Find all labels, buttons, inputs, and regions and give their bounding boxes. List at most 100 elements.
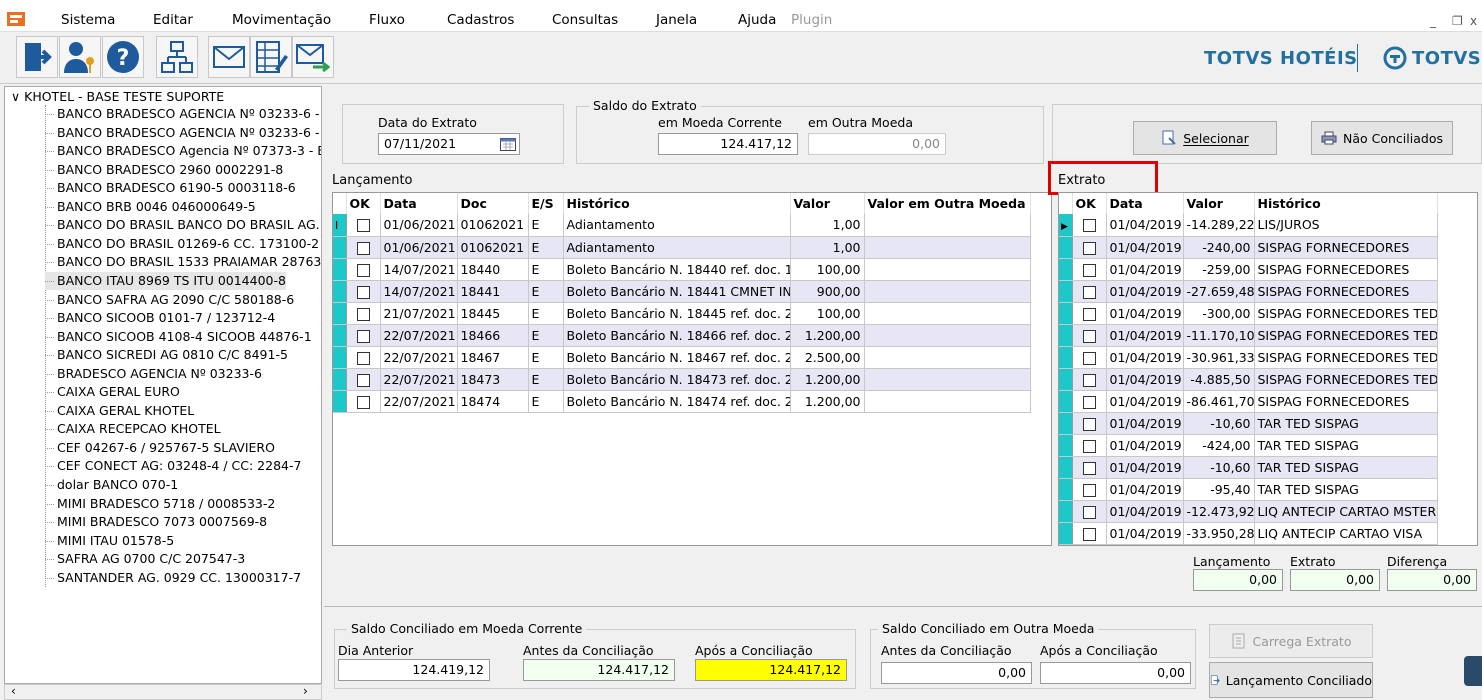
ok-checkbox[interactable]	[1082, 285, 1096, 299]
lancamento-row[interactable]: 22/07/2021 18466 E Boleto Bancário N. 18466…	[333, 324, 1031, 347]
row-indicator[interactable]: I	[333, 214, 347, 237]
extrato-cell-valor[interactable]: -4.885,50	[1183, 368, 1255, 391]
mail-button[interactable]	[208, 36, 250, 78]
extrato-row[interactable]: 01/04/2019 -300,00 SISPAG FORNECEDORES TED	[1059, 302, 1438, 325]
extrato-cell-valor[interactable]: -33.950,28	[1183, 522, 1255, 545]
lancamento-cell-valor[interactable]: 1.200,00	[790, 390, 865, 413]
tree-item[interactable]: MIMI BRADESCO 5718 / 0008533-2	[45, 495, 275, 513]
tree-item[interactable]: BANCO BRADESCO 2960 0002291-8	[45, 161, 283, 179]
lancamento-cell-data[interactable]: 22/07/2021	[380, 324, 458, 347]
extrato-row[interactable]: 01/04/2019 -11.170,10 SISPAG FORNECEDORES …	[1059, 324, 1438, 347]
calendar-icon[interactable]	[500, 137, 516, 154]
ok-cell[interactable]	[1072, 280, 1107, 303]
lancamento-cell-doc[interactable]: 18466	[457, 324, 529, 347]
row-indicator[interactable]	[1059, 346, 1073, 369]
lancamento-col-header[interactable]: OK	[346, 193, 381, 214]
menu-fluxo[interactable]: Fluxo	[369, 12, 405, 28]
ok-checkbox[interactable]	[1082, 505, 1096, 519]
ok-checkbox[interactable]	[1082, 373, 1096, 387]
lancamento-cell-doc[interactable]: 18445	[457, 302, 529, 325]
row-indicator[interactable]	[1059, 500, 1073, 523]
row-indicator[interactable]	[1059, 390, 1073, 413]
tree-item[interactable]: BANCO BRB 0046 046000649-5	[45, 198, 256, 216]
lancamento-cell-es[interactable]: E	[528, 390, 564, 413]
nao-conciliados-button[interactable]: Não Conciliados	[1311, 121, 1453, 155]
extrato-col-header[interactable]: Data	[1106, 193, 1184, 214]
menu-movimentacao[interactable]: Movimentação	[232, 12, 331, 28]
lancamento-cell-historico[interactable]: Boleto Bancário N. 18445 ref. doc. 200	[563, 302, 791, 325]
lancamento-cell-valor[interactable]: 100,00	[790, 302, 865, 325]
tree-item[interactable]: BANCO BRADESCO AGENCIA Nº 03233-6 - BF	[45, 124, 321, 142]
lancamento-cell-historico[interactable]: Adiantamento	[563, 236, 791, 259]
tree-item[interactable]: BANCO BRADESCO AGENCIA Nº 03233-6 - BF	[45, 105, 321, 123]
lancamento-cell-outra[interactable]	[864, 302, 1031, 325]
extrato-cell-historico[interactable]: TAR TED SISPAG	[1254, 456, 1438, 479]
tree-item[interactable]: SAFRA AG 0700 C/C 207547-3	[45, 550, 245, 568]
extrato-cell-data[interactable]: 01/04/2019	[1106, 302, 1184, 325]
extrato-cell-valor[interactable]: -30.961,33	[1183, 346, 1255, 369]
ok-checkbox[interactable]	[356, 241, 370, 255]
lancamento-cell-data[interactable]: 01/06/2021	[380, 214, 458, 237]
tree-item[interactable]: BANCO SICREDI AG 0810 C/C 8491-5	[45, 346, 288, 364]
tree-item[interactable]: BANCO DO BRASIL BANCO DO BRASIL AG. 0'	[45, 216, 321, 234]
selecionar-button[interactable]: Selecionar	[1133, 121, 1277, 155]
ok-checkbox[interactable]	[356, 307, 370, 321]
dia-anterior-field[interactable]: 124.419,12	[338, 659, 490, 681]
extrato-cell-valor[interactable]: -11.170,10	[1183, 324, 1255, 347]
antes-corrente-field[interactable]: 124.417,12	[523, 659, 675, 681]
extrato-cell-data[interactable]: 01/04/2019	[1106, 280, 1184, 303]
app-icon[interactable]	[6, 10, 26, 28]
extrato-cell-valor[interactable]: -10,60	[1183, 412, 1255, 435]
lancamento-cell-es[interactable]: E	[528, 214, 564, 237]
lancamento-col-header[interactable]: Histórico	[563, 193, 791, 214]
ok-checkbox[interactable]	[1082, 461, 1096, 475]
ok-checkbox[interactable]	[1082, 263, 1096, 277]
send-mail-button[interactable]	[292, 36, 334, 78]
extrato-cell-data[interactable]: 01/04/2019	[1106, 258, 1184, 281]
extrato-cell-historico[interactable]: LIQ ANTECIP CARTAO MSTER	[1254, 500, 1438, 523]
tree-item[interactable]: BANCO BRADESCO Agencia Nº 07373-3 - BAI	[45, 142, 321, 160]
extrato-cell-valor[interactable]: -95,40	[1183, 478, 1255, 501]
lancamento-cell-valor[interactable]: 2.500,00	[790, 346, 865, 369]
user-keys-button[interactable]	[59, 36, 101, 78]
tree-item[interactable]: SANTANDER AG. 0929 CC. 13000317-7	[45, 569, 301, 587]
lancamento-cell-historico[interactable]: Boleto Bancário N. 18474 ref. doc. 220	[563, 390, 791, 413]
extrato-cell-valor[interactable]: -240,00	[1183, 236, 1255, 259]
tree-item[interactable]: CAIXA GERAL KHOTEL	[45, 402, 194, 420]
extrato-cell-historico[interactable]: SISPAG FORNECEDORES	[1254, 258, 1438, 281]
lancamento-cell-outra[interactable]	[864, 368, 1031, 391]
tree-item[interactable]: BANCO SAFRA AG 2090 C/C 580188-6	[45, 291, 294, 309]
ok-checkbox[interactable]	[1082, 527, 1096, 541]
row-indicator[interactable]	[1059, 434, 1073, 457]
lancamento-col-header[interactable]: Doc	[457, 193, 529, 214]
lancamento-cell-es[interactable]: E	[528, 236, 564, 259]
menu-editar[interactable]: Editar	[153, 12, 193, 28]
restore-icon[interactable]: ❐	[1452, 14, 1463, 28]
lancamento-grid[interactable]: OK Data Doc E/S Histórico Valor Valor em Outra…	[332, 192, 1052, 546]
extrato-row[interactable]: 01/04/2019 -4.885,50 SISPAG FORNECEDORES T…	[1059, 368, 1438, 391]
lancamento-cell-historico[interactable]: Boleto Bancário N. 18441 CMNET INTE	[563, 280, 791, 303]
row-indicator[interactable]	[333, 258, 347, 281]
tree-item[interactable]: MIMI ITAU 01578-5	[45, 532, 174, 550]
lancamento-row[interactable]: 22/07/2021 18467 E Boleto Bancário N. 18467…	[333, 346, 1031, 369]
ok-cell[interactable]	[346, 302, 381, 325]
row-indicator[interactable]	[1059, 368, 1073, 391]
lancamento-cell-valor[interactable]: 1,00	[790, 214, 865, 237]
lancamento-col-header[interactable]: Data	[380, 193, 458, 214]
ok-cell[interactable]	[1072, 346, 1107, 369]
extrato-row[interactable]: ▶ 01/04/2019 -14.289,22 LIS/JUROS	[1059, 214, 1438, 237]
extrato-cell-historico[interactable]: SISPAG FORNECEDORES TED	[1254, 324, 1438, 347]
ok-checkbox[interactable]	[356, 373, 370, 387]
scroll-right-icon[interactable]: ›	[303, 684, 308, 698]
extrato-grid[interactable]: OK Data Valor Histórico ▶ 01/04/2019 -14.289,…	[1058, 192, 1478, 546]
moeda-corrente-field[interactable]: 124.417,12	[658, 133, 798, 155]
ok-checkbox[interactable]	[356, 395, 370, 409]
lancamento-row[interactable]: 01/06/2021 01062021 E Adiantamento 1,00	[333, 236, 1031, 259]
ok-cell[interactable]	[346, 390, 381, 413]
ok-checkbox[interactable]	[1082, 307, 1096, 321]
lancamento-cell-es[interactable]: E	[528, 258, 564, 281]
lancamento-row[interactable]: 14/07/2021 18441 E Boleto Bancário N. 18441…	[333, 280, 1031, 303]
side-panel-tab[interactable]	[1464, 656, 1482, 686]
help-button[interactable]: ?	[102, 36, 144, 78]
extrato-row[interactable]: 01/04/2019 -33.950,28 LIQ ANTECIP CARTAO V…	[1059, 522, 1438, 545]
